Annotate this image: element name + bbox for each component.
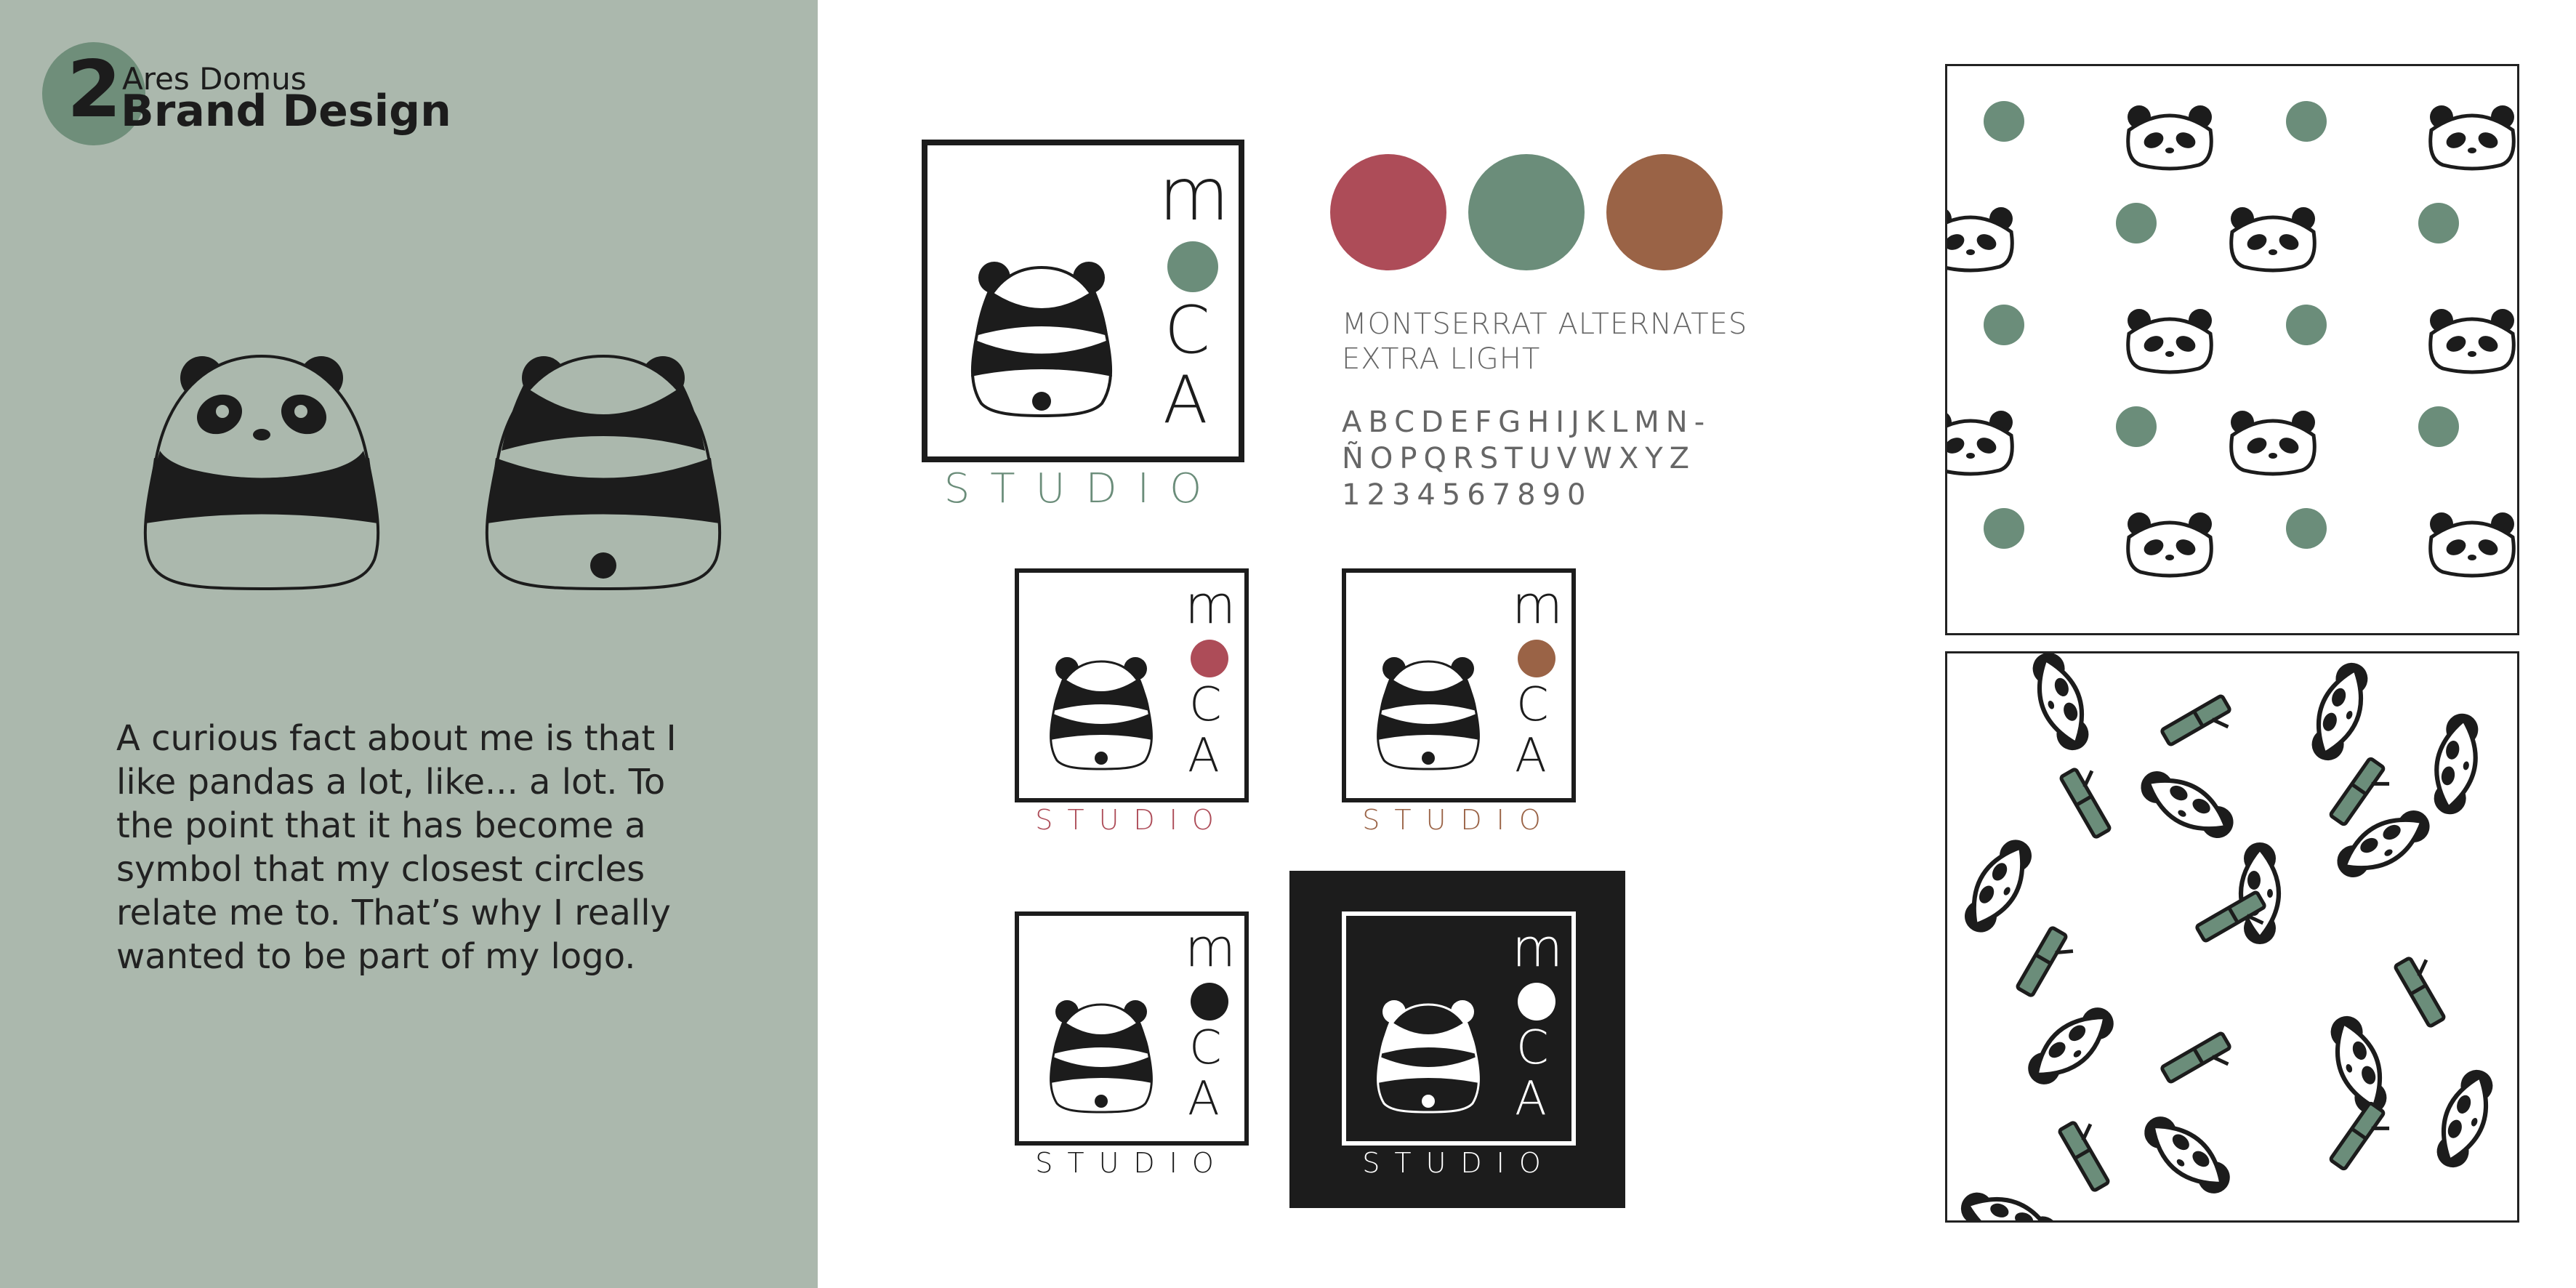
panda-face-icon — [2428, 105, 2516, 171]
font-name: MONTSERRAT ALTERNATES EXTRA LIGHT — [1342, 307, 1747, 377]
bamboo-icon — [2160, 1031, 2231, 1084]
panda-face-icon — [2428, 309, 2516, 374]
panda-head-icon — [2239, 842, 2281, 944]
logo-variant-dot — [1518, 983, 1555, 1021]
pattern-dot — [1984, 508, 2024, 549]
panda-face-icon — [2428, 512, 2516, 578]
panda-head-icon — [2032, 653, 2089, 751]
pattern-dot — [2116, 203, 2157, 243]
header-title: Brand Design — [121, 86, 451, 137]
logo-variant-letter-a: A — [1188, 729, 1220, 783]
panda-head-icon — [1960, 1192, 2059, 1220]
logo-variant-letter-m: m — [1512, 574, 1563, 635]
pattern-dot — [2116, 406, 2157, 447]
logo-variant-letter-m: m — [1185, 574, 1236, 635]
logo-variant-studio-text: STUDIO — [1362, 1147, 1555, 1179]
panda-head-icon — [2436, 1069, 2493, 1168]
palette-swatch-green — [1468, 154, 1585, 270]
logo-letter-a: A — [1163, 362, 1208, 438]
pattern-dot — [2286, 508, 2327, 549]
main-logo-studio-text: STUDIO — [943, 465, 1223, 512]
bamboo-icon — [2394, 957, 2446, 1028]
bamboo-icon — [2329, 1101, 2390, 1171]
panda-face-icon — [2126, 512, 2213, 578]
panda-face-icon — [2229, 207, 2317, 273]
palette-swatch-red — [1330, 154, 1446, 270]
panda-head-icon — [2311, 662, 2368, 761]
panda-face-icon — [2229, 411, 2317, 476]
logo-letter-c: C — [1164, 292, 1210, 369]
pattern-pandas-bamboo — [1945, 651, 2519, 1223]
logo-variant-letter-m: m — [1512, 917, 1563, 978]
logo-variant-dot — [1191, 983, 1228, 1021]
logo-letter-m: m — [1159, 152, 1230, 237]
logo-variant-inverted: mCA — [1342, 911, 1576, 1146]
logo-variant-black: mCA — [1015, 911, 1249, 1146]
logo-variant-letter-a: A — [1188, 1072, 1220, 1126]
panda-face-icon — [1947, 207, 2014, 273]
logo-variant-letter-c: C — [1189, 1021, 1222, 1075]
logo-variant-brown: mCA — [1342, 568, 1576, 802]
font-alphabet-sample: ABCDEFGHIJKLMN- ÑOPQRSTUVWXYZ 1234567890 — [1342, 404, 1711, 513]
panda-face-icon — [2126, 309, 2213, 374]
font-name-line2: EXTRA LIGHT — [1342, 342, 1541, 376]
alphabet-line2: ÑOPQRSTUVWXYZ — [1342, 442, 1696, 475]
pattern-dot — [2286, 305, 2327, 345]
main-logo-frame: m C A — [922, 140, 1244, 462]
description-text: A curious fact about me is that I like p… — [116, 718, 677, 977]
section-number: 2 — [67, 44, 122, 135]
panda-face-icon — [2126, 105, 2213, 171]
logo-variant-letter-c: C — [1189, 678, 1222, 732]
panda-head-icon — [2141, 771, 2234, 838]
panda-head-icon — [2434, 713, 2479, 815]
logo-dot-green — [1167, 241, 1218, 292]
logo-variant-letter-a: A — [1515, 1072, 1547, 1126]
panda-head-icon — [2144, 1116, 2230, 1194]
panda-face-icon — [1947, 411, 2014, 476]
pattern-dot — [1984, 305, 2024, 345]
pattern-dot — [1984, 101, 2024, 142]
panda-head-icon — [2028, 1007, 2114, 1084]
logo-variant-studio-text: STUDIO — [1362, 804, 1555, 836]
pattern-dots-pandas — [1945, 64, 2519, 635]
pattern-dot — [2418, 406, 2459, 447]
bamboo-icon — [2016, 926, 2074, 997]
logo-variant-studio-text: STUDIO — [1035, 804, 1228, 836]
logo-variant-letter-c: C — [1516, 1021, 1549, 1075]
logo-variant-dot — [1191, 640, 1228, 677]
pattern-dot — [2418, 203, 2459, 243]
panda-head-icon — [1965, 840, 2032, 933]
logo-variant-red: mCA — [1015, 568, 1249, 802]
panda-front-illustration — [143, 354, 380, 591]
left-panel — [0, 0, 818, 1288]
digits-line: 1234567890 — [1342, 478, 1593, 512]
logo-variant-letter-a: A — [1515, 729, 1547, 783]
panda-back-illustration — [485, 354, 722, 591]
bamboo-icon — [2160, 694, 2231, 746]
font-name-line1: MONTSERRAT ALTERNATES — [1342, 307, 1748, 341]
bamboo-icon — [2059, 768, 2112, 839]
logo-variant-letter-c: C — [1516, 678, 1549, 732]
logo-variant-studio-text: STUDIO — [1035, 1147, 1228, 1179]
bamboo-icon — [2058, 1121, 2110, 1192]
palette-swatch-brown — [1606, 154, 1723, 270]
logo-variant-letter-m: m — [1185, 917, 1236, 978]
alphabet-line1: ABCDEFGHIJKLMN- — [1342, 406, 1712, 439]
pattern-dot — [2286, 101, 2327, 142]
panda-head-icon — [2330, 1015, 2387, 1114]
logo-variant-dot — [1518, 640, 1555, 677]
